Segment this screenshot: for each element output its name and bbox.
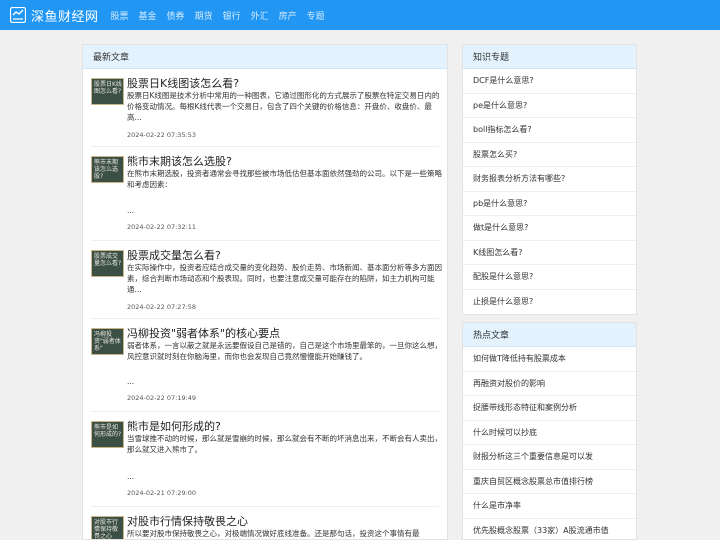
nav-item-stocks[interactable]: 股票 <box>111 9 129 22</box>
hot-articles-panel: 热点文章 如何做T降低持有股票成本 再融资对股价的影响 捉腰带线形态特征和案例分… <box>462 322 637 540</box>
article-ellipsis: ... <box>127 206 135 215</box>
article-thumbnail[interactable]: 熊市是如何形成的? <box>91 421 124 448</box>
knowledge-item[interactable]: DCF是什么意思? <box>463 69 636 94</box>
article-item[interactable]: 熊市末期该怎么选股? 熊市末期该怎么选股? 在熊市末期选股，投资者通常会寻找那些… <box>91 147 442 241</box>
nav-item-funds[interactable]: 基金 <box>139 9 157 22</box>
latest-articles-heading: 最新文章 <box>83 45 447 69</box>
article-title[interactable]: 对股市行情保持敬畏之心 <box>127 513 248 529</box>
knowledge-item[interactable]: pe是什么意思? <box>463 94 636 118</box>
article-thumbnail[interactable]: 冯柳投资"弱者体系" <box>91 328 124 355</box>
article-summary: 在熊市末期选股，投资者通常会寻找那些被市场低估但基本面依然强劲的公司。以下是一些… <box>127 169 442 189</box>
hot-article-item[interactable]: 财报分析这三个重要信息是可以发 <box>463 445 636 470</box>
nav-item-forex[interactable]: 外汇 <box>251 9 269 22</box>
knowledge-item[interactable]: 财务报表分析方法有哪些? <box>463 167 636 192</box>
nav-item-banks[interactable]: 银行 <box>223 9 241 22</box>
hot-article-item[interactable]: 什么是市净率 <box>463 494 636 519</box>
article-ellipsis: ... <box>127 377 135 386</box>
article-item[interactable]: 股票日K线图怎么看? 股票日K线图该怎么看? 股票日K线图是技术分析中常用的一种… <box>91 69 439 147</box>
article-thumbnail[interactable]: 对股市行情保持敬畏之心 <box>91 516 124 539</box>
article-title[interactable]: 熊市末期该怎么选股? <box>127 153 232 169</box>
knowledge-item[interactable]: 止损是什么意思? <box>463 290 636 315</box>
hot-article-item[interactable]: 重庆自贸区概念股票总市值排行榜 <box>463 470 636 494</box>
knowledge-item[interactable]: 股票怎么买? <box>463 143 636 167</box>
article-summary: 当雪球推不动的时候，那么就是雪崩的时候，那么就会有不断的坏消息出来，不断会有人卖… <box>127 434 442 454</box>
nav-item-topics[interactable]: 专题 <box>307 9 325 22</box>
article-date: 2024-02-22 07:32:11 <box>127 223 197 231</box>
hot-article-item[interactable]: 捉腰带线形态特征和案例分析 <box>463 396 636 421</box>
article-date: 2024-02-22 07:35:53 <box>127 131 197 139</box>
hot-article-item[interactable]: 如何做T降低持有股票成本 <box>463 347 636 372</box>
knowledge-item[interactable]: 配股是什么意思? <box>463 265 636 290</box>
fish-logo-icon <box>10 7 26 23</box>
article-title[interactable]: 股票日K线图该怎么看? <box>127 75 239 91</box>
article-item[interactable]: 冯柳投资"弱者体系" 冯柳投资"弱者体系"的核心要点 弱者体系，一言以蔽之就是永… <box>91 319 442 412</box>
article-summary: 在实际操作中，投资者应结合成交量的变化趋势、股价走势、市场新闻、基本面分析等多方… <box>127 263 442 294</box>
knowledge-item[interactable]: pb是什么意思? <box>463 192 636 216</box>
article-date: 2024-02-21 07:29:00 <box>127 489 197 497</box>
top-navbar: 深鱼财经网 股票 基金 债券 期货 银行 外汇 房产 专题 <box>0 0 720 30</box>
site-name: 深鱼财经网 <box>31 9 99 25</box>
knowledge-topics-heading: 知识专题 <box>463 45 636 69</box>
knowledge-item[interactable]: 做t是什么意思? <box>463 216 636 241</box>
latest-articles-panel: 最新文章 股票日K线图怎么看? 股票日K线图该怎么看? 股票日K线图是技术分析中… <box>82 44 448 540</box>
hot-article-item[interactable]: 再融资对股价的影响 <box>463 372 636 396</box>
nav-item-bonds[interactable]: 债券 <box>167 9 185 22</box>
nav-item-realestate[interactable]: 房产 <box>279 9 297 22</box>
nav-item-futures[interactable]: 期货 <box>195 9 213 22</box>
hot-articles-heading: 热点文章 <box>463 323 636 347</box>
article-summary: 股票日K线图是技术分析中常用的一种图表，它通过图形化的方式展示了股票在特定交易日… <box>127 91 440 122</box>
article-summary: 所以要对股市保持敬畏之心，对极端情况做好底线准备。还是那句话，投资这个事情有最 <box>127 529 420 538</box>
article-item[interactable]: 熊市是如何形成的? 熊市是如何形成的? 当雪球推不动的时候，那么就是雪崩的时候，… <box>91 412 442 507</box>
article-date: 2024-02-22 07:27:58 <box>127 303 197 311</box>
hot-article-item[interactable]: 优先股概念股票（33家）A股流通市值 <box>463 519 636 540</box>
article-thumbnail[interactable]: 熊市末期该怎么选股? <box>91 156 124 183</box>
knowledge-item[interactable]: boll指标怎么看? <box>463 118 636 143</box>
article-date: 2024-02-22 07:19:49 <box>127 394 197 402</box>
article-summary: 弱者体系，一言以蔽之就是永远要假设自己是错的，自己是这个市场里最笨的，一旦你这么… <box>127 341 442 361</box>
knowledge-topics-panel: 知识专题 DCF是什么意思? pe是什么意思? boll指标怎么看? 股票怎么买… <box>462 44 637 315</box>
site-logo[interactable]: 深鱼财经网 <box>10 6 99 25</box>
article-ellipsis: ... <box>127 472 135 481</box>
main-nav: 股票 基金 债券 期货 银行 外汇 房产 专题 <box>111 9 335 22</box>
article-item[interactable]: 股票成交量怎么看? 股票成交量怎么看? 在实际操作中，投资者应结合成交量的变化趋… <box>91 241 442 319</box>
article-title[interactable]: 冯柳投资"弱者体系"的核心要点 <box>127 325 280 341</box>
article-thumbnail[interactable]: 股票日K线图怎么看? <box>91 78 124 105</box>
article-item[interactable]: 对股市行情保持敬畏之心 对股市行情保持敬畏之心 所以要对股市保持敬畏之心，对极端… <box>91 507 439 539</box>
article-thumbnail[interactable]: 股票成交量怎么看? <box>91 250 124 277</box>
knowledge-item[interactable]: K线图怎么看? <box>463 241 636 265</box>
hot-article-item[interactable]: 什么时候可以抄底 <box>463 421 636 445</box>
article-title[interactable]: 股票成交量怎么看? <box>127 247 221 263</box>
article-title[interactable]: 熊市是如何形成的? <box>127 418 221 434</box>
